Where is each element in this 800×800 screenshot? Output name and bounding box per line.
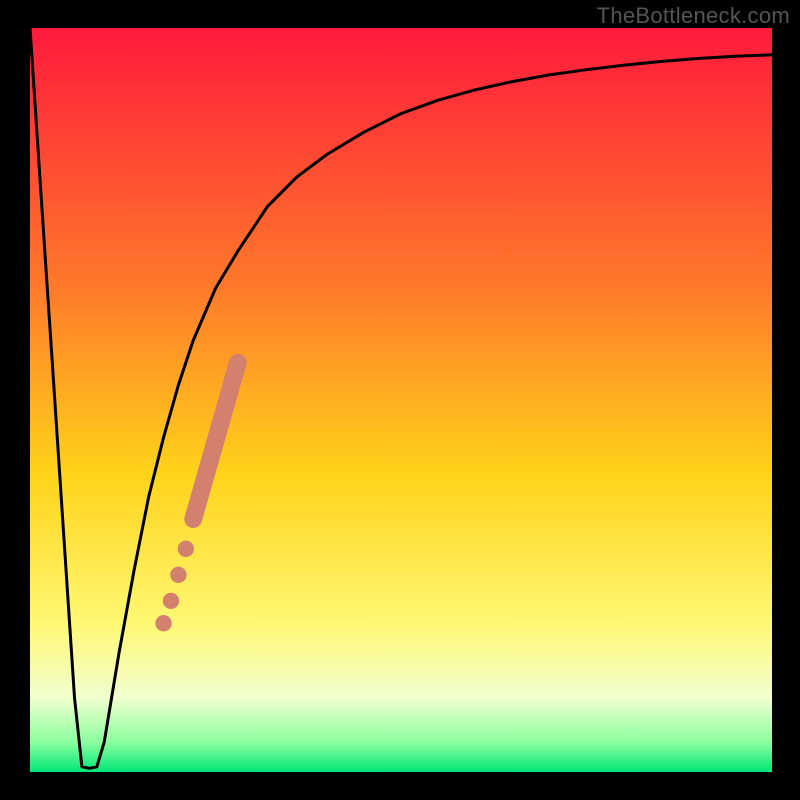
highlight-dot: [170, 567, 186, 583]
watermark-text: TheBottleneck.com: [597, 3, 790, 29]
plot-area: [30, 28, 772, 772]
chart-canvas: [0, 0, 800, 800]
highlight-dot: [155, 615, 171, 631]
highlight-dot: [178, 541, 194, 557]
chart-stage: TheBottleneck.com: [0, 0, 800, 800]
highlight-dot: [163, 593, 179, 609]
